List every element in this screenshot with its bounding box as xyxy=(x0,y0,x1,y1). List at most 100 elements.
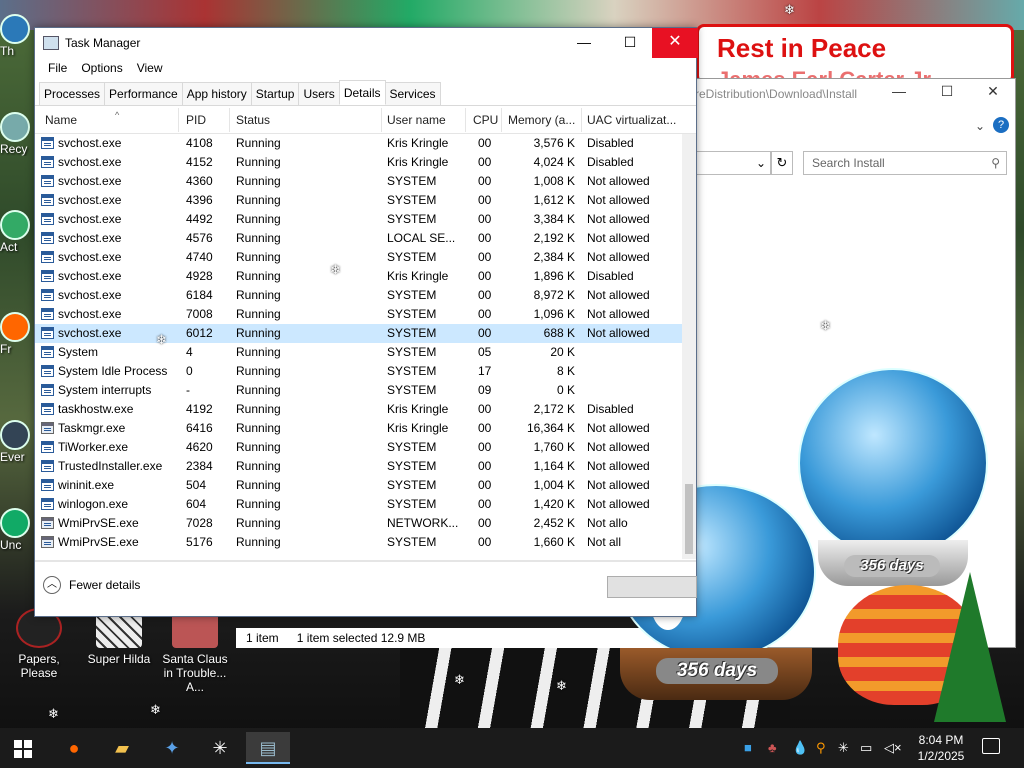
start-button[interactable] xyxy=(14,740,32,758)
tab-services[interactable]: Services xyxy=(384,82,441,105)
end-task-button[interactable] xyxy=(607,576,697,598)
menu-options[interactable]: Options xyxy=(74,58,129,80)
maximize-icon[interactable]: ☐ xyxy=(927,83,967,105)
column-header-pid[interactable]: PID xyxy=(186,113,206,127)
table-row[interactable]: svchost.exe 4108 Running Kris Kringle 00 3,57… xyxy=(35,134,696,153)
process-pid: 4740 xyxy=(186,250,213,264)
tab-processes[interactable]: Processes xyxy=(39,82,106,105)
desktop-icon-recycle-bin[interactable]: Recy xyxy=(0,112,32,156)
minimize-icon[interactable]: — xyxy=(879,83,919,105)
refresh-icon[interactable]: ↻ xyxy=(771,151,793,175)
close-icon[interactable]: ✕ xyxy=(973,83,1013,105)
search-input[interactable]: Search Install ⚲ xyxy=(803,151,1007,175)
column-header-cpu[interactable]: CPU xyxy=(473,113,498,127)
task-manager-taskbar-icon[interactable]: ▤ xyxy=(246,732,290,764)
column-header-name[interactable]: ^ Name xyxy=(45,110,119,127)
desktop-icon-papers-please[interactable]: Papers, Please xyxy=(0,608,78,680)
address-dropdown[interactable]: ⌄ xyxy=(691,151,771,175)
menu-view[interactable]: View xyxy=(130,58,170,80)
snowflake-icon: ❄ xyxy=(556,678,567,693)
table-row[interactable]: System interrupts - Running SYSTEM 09 0 K xyxy=(35,381,696,400)
vertical-scrollbar[interactable] xyxy=(682,134,696,559)
table-row[interactable]: svchost.exe 4740 Running SYSTEM 00 2,384 K Not… xyxy=(35,248,696,267)
table-row[interactable]: System Idle Process 0 Running SYSTEM 17 8 K xyxy=(35,362,696,381)
table-row[interactable]: svchost.exe 6184 Running SYSTEM 00 8,972 K Not… xyxy=(35,286,696,305)
process-icon xyxy=(41,498,54,510)
fewer-details-button[interactable]: ︿ Fewer details xyxy=(43,576,140,594)
process-pid: 5176 xyxy=(186,535,213,549)
tray-droplet-icon[interactable]: 💧 xyxy=(792,740,808,756)
table-row[interactable]: Taskmgr.exe 6416 Running Kris Kringle 00 16,3… xyxy=(35,419,696,438)
app-icon[interactable]: ✦ xyxy=(150,732,194,764)
table-row[interactable]: WmiPrvSE.exe 7028 Running NETWORK... 00 2,452… xyxy=(35,514,696,533)
column-divider[interactable] xyxy=(581,108,582,132)
tray-search-icon[interactable]: ⚲ xyxy=(816,740,826,756)
column-divider[interactable] xyxy=(229,108,230,132)
table-row[interactable]: svchost.exe 4396 Running SYSTEM 00 1,612 K Not… xyxy=(35,191,696,210)
tab-startup[interactable]: Startup xyxy=(250,82,300,105)
column-header-user-name[interactable]: User name xyxy=(387,113,446,127)
table-row[interactable]: winlogon.exe 604 Running SYSTEM 00 1,420 K Not… xyxy=(35,495,696,514)
network-icon[interactable]: ▭ xyxy=(860,740,872,756)
process-name: svchost.exe xyxy=(58,326,122,340)
desktop-icon-3[interactable]: Act xyxy=(0,210,32,254)
tab-app-history[interactable]: App history xyxy=(181,82,252,105)
desktop-icon-santa-claus-in-trouble[interactable]: Santa Claus in Trouble... A... xyxy=(156,608,234,694)
process-name: svchost.exe xyxy=(58,231,122,245)
window-title: Task Manager xyxy=(65,36,141,50)
file-explorer-icon[interactable]: ▰ xyxy=(100,732,144,764)
snowflake-app-icon[interactable]: ✳ xyxy=(198,732,242,764)
table-row[interactable]: svchost.exe 4152 Running Kris Kringle 00 4,02… xyxy=(35,153,696,172)
tray-snowflake-icon[interactable]: ✳ xyxy=(838,740,849,756)
table-row[interactable]: svchost.exe 4492 Running SYSTEM 00 3,384 K Not… xyxy=(35,210,696,229)
notification-center-icon[interactable] xyxy=(982,738,1000,754)
column-divider[interactable] xyxy=(501,108,502,132)
process-user: SYSTEM xyxy=(387,212,437,226)
volume-muted-icon[interactable]: ◁× xyxy=(884,740,902,756)
chevron-down-icon[interactable]: ⌄ xyxy=(975,119,985,133)
tab-performance[interactable]: Performance xyxy=(104,82,183,105)
menu-file[interactable]: File xyxy=(41,58,74,80)
table-row[interactable]: svchost.exe 4360 Running SYSTEM 00 1,008 K Not… xyxy=(35,172,696,191)
desktop-icon-5[interactable]: Ever xyxy=(0,420,32,464)
tray-app-icon[interactable]: ■ xyxy=(744,740,752,755)
tab-details[interactable]: Details xyxy=(338,80,386,105)
process-cpu: 00 xyxy=(478,288,492,302)
tray-app-icon[interactable]: ♣ xyxy=(768,740,777,755)
column-divider[interactable] xyxy=(178,108,179,132)
details-table[interactable]: ^ Name PID Status User name CPU Memory (a… xyxy=(35,106,696,561)
column-divider[interactable] xyxy=(381,108,382,132)
desktop-icon-firefox[interactable]: Fr xyxy=(0,312,32,356)
task-manager-titlebar[interactable]: Task Manager — ☐ ✕ xyxy=(35,28,698,58)
maximize-button[interactable]: ☐ xyxy=(607,28,653,58)
desktop-icon-6[interactable]: Unc xyxy=(0,508,32,552)
table-row[interactable]: wininit.exe 504 Running SYSTEM 00 1,004 K Not … xyxy=(35,476,696,495)
process-memory: 8,972 K xyxy=(533,288,575,302)
table-row[interactable]: svchost.exe 4576 Running LOCAL SE... 00 2,192… xyxy=(35,229,696,248)
close-button[interactable]: ✕ xyxy=(652,28,698,58)
firefox-icon[interactable]: ● xyxy=(52,732,96,764)
table-row[interactable]: taskhostw.exe 4192 Running Kris Kringle 00 2,… xyxy=(35,400,696,419)
table-row[interactable]: System 4 Running SYSTEM 05 20 K xyxy=(35,343,696,362)
column-header-uac[interactable]: UAC virtualizat... xyxy=(587,113,676,127)
system-clock[interactable]: 8:04 PM 1/2/2025 xyxy=(906,732,976,764)
desktop-icon-1[interactable]: Th xyxy=(0,14,32,58)
column-divider[interactable] xyxy=(465,108,466,132)
column-header-memory[interactable]: Memory (a... xyxy=(508,113,575,127)
process-name: taskhostw.exe xyxy=(58,402,134,416)
table-row[interactable]: WmiPrvSE.exe 5176 Running SYSTEM 00 1,660 K No… xyxy=(35,533,696,552)
process-user: Kris Kringle xyxy=(387,421,449,435)
table-row[interactable]: svchost.exe 7008 Running SYSTEM 00 1,096 K Not… xyxy=(35,305,696,324)
task-manager-window[interactable]: Task Manager — ☐ ✕ File Options View Pro… xyxy=(34,27,698,617)
minimize-button[interactable]: — xyxy=(561,28,607,58)
column-header-status[interactable]: Status xyxy=(236,113,270,127)
help-icon[interactable]: ? xyxy=(993,117,1009,133)
table-row[interactable]: TrustedInstaller.exe 2384 Running SYSTEM 00 1… xyxy=(35,457,696,476)
process-cpu: 00 xyxy=(478,250,492,264)
table-row[interactable]: TiWorker.exe 4620 Running SYSTEM 00 1,760 K No… xyxy=(35,438,696,457)
tab-users[interactable]: Users xyxy=(298,82,340,105)
scrollbar-thumb[interactable] xyxy=(685,484,693,554)
table-row[interactable]: svchost.exe 6012 Running SYSTEM 00 688 K Not a… xyxy=(35,324,696,343)
process-user: SYSTEM xyxy=(387,174,437,188)
table-row[interactable]: svchost.exe 4928 Running Kris Kringle 00 1,89… xyxy=(35,267,696,286)
